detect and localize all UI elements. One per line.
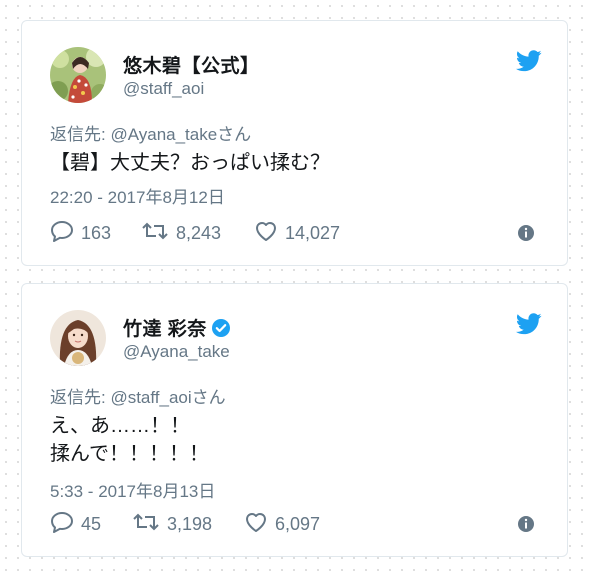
retweet-count: 8,243	[176, 222, 222, 243]
tweet-timestamp[interactable]: 22:20 - 2017年8月12日	[50, 183, 225, 208]
retweet-button[interactable]: 8,243	[141, 220, 221, 246]
retweet-button[interactable]: 3,198	[132, 511, 212, 537]
verified-badge-icon	[211, 318, 231, 344]
tweet-text: え、あ……！！ 揉んで！！！！！	[50, 412, 209, 468]
retweet-icon	[132, 511, 167, 538]
tweet-actions: 163 8,243 14,027	[50, 220, 539, 246]
heart-icon	[244, 511, 275, 538]
reply-to-line[interactable]: 返信先: @Ayana_takeさん	[50, 120, 251, 145]
reply-icon	[50, 511, 81, 538]
info-icon[interactable]	[517, 515, 535, 538]
reply-icon	[50, 220, 81, 247]
display-name-text[interactable]: 竹達 彩奈	[123, 319, 207, 340]
tweet-text-line: 揉んで！！！！！	[50, 443, 209, 465]
twitter-bird-icon[interactable]	[515, 50, 542, 77]
reply-count: 45	[81, 513, 102, 534]
retweet-count: 3,198	[167, 513, 213, 534]
heart-icon	[254, 220, 285, 247]
tweet-text: 【碧】大丈夫？おっぱい揉む？	[50, 149, 330, 177]
twitter-bird-icon[interactable]	[515, 313, 542, 340]
user-handle[interactable]: @staff_aoi	[123, 79, 204, 99]
like-button[interactable]: 6,097	[244, 511, 320, 537]
tweet-text-line: 【碧】大丈夫？おっぱい揉む？	[50, 152, 330, 174]
reply-button[interactable]: 45	[50, 511, 101, 537]
like-count: 14,027	[285, 222, 341, 243]
avatar[interactable]	[50, 47, 106, 103]
reply-count: 163	[81, 222, 112, 243]
display-name[interactable]: 竹達 彩奈	[123, 314, 231, 344]
display-name[interactable]: 悠木碧【公式】	[123, 51, 260, 78]
tweet-card-ayana-take[interactable]: 竹達 彩奈 @Ayana_take 返信先: @staff_aoiさん え、あ……	[21, 283, 568, 557]
avatar[interactable]	[50, 310, 106, 366]
reply-to-line[interactable]: 返信先: @staff_aoiさん	[50, 383, 226, 408]
tweet-text-line: え、あ……！！	[50, 415, 190, 437]
retweet-icon	[141, 220, 176, 247]
tweet-timestamp[interactable]: 5:33 - 2017年8月13日	[50, 477, 215, 502]
info-icon[interactable]	[517, 224, 535, 247]
like-count: 6,097	[275, 513, 321, 534]
tweet-actions: 45 3,198 6,097	[50, 511, 539, 537]
tweet-card-staff-aoi[interactable]: 悠木碧【公式】 @staff_aoi 返信先: @Ayana_takeさん 【碧…	[21, 20, 568, 266]
user-handle[interactable]: @Ayana_take	[123, 342, 230, 362]
reply-button[interactable]: 163	[50, 220, 111, 246]
like-button[interactable]: 14,027	[254, 220, 340, 246]
